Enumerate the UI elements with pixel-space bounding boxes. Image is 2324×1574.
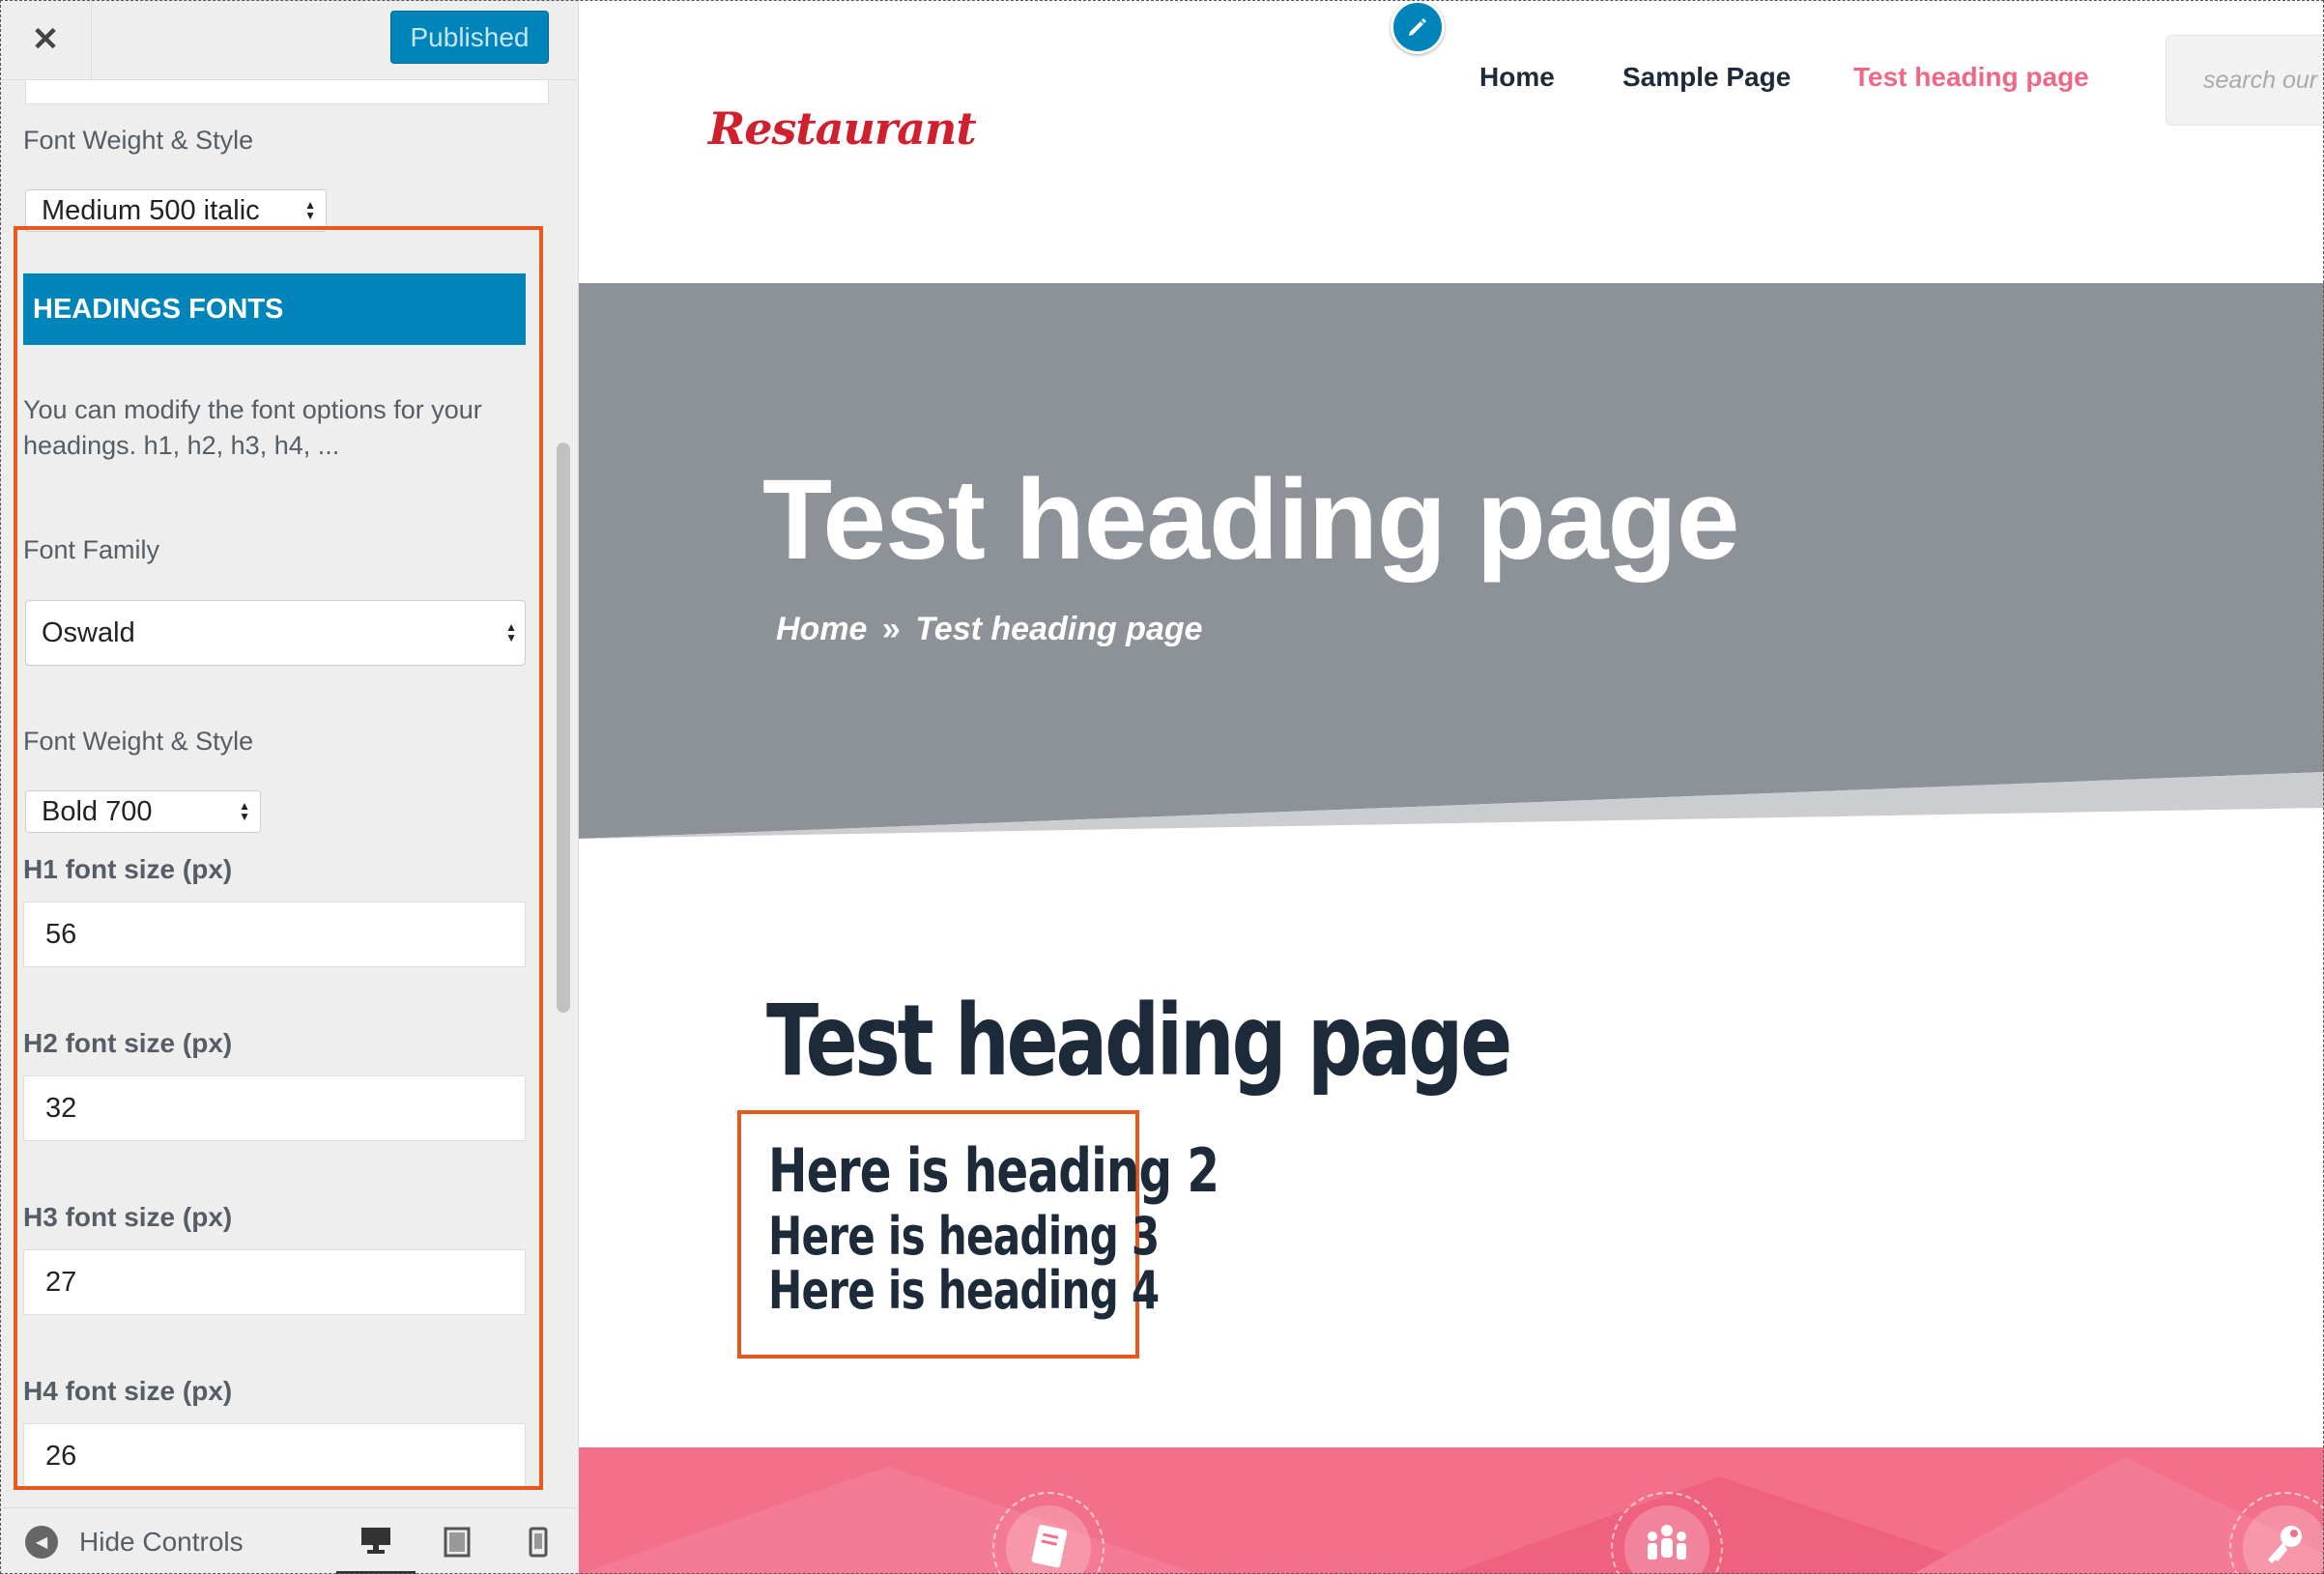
key-icon [2268, 1526, 2302, 1563]
breadcrumb-home[interactable]: Home [776, 611, 867, 647]
mobile-icon [529, 1527, 548, 1557]
font-family-select[interactable]: Oswald ▲ ▼ [25, 600, 526, 666]
body-font-weight-label: Font Weight & Style [23, 126, 254, 155]
breadcrumb: Home » Test heading page [776, 611, 1203, 648]
heading-3: Here is heading 3 [768, 1206, 1160, 1267]
select-arrows-icon: ▲ ▼ [239, 799, 250, 823]
features-band [579, 1447, 2324, 1574]
band-pattern [579, 1457, 2324, 1574]
heading-font-weight-select[interactable]: Bold 700 ▲ ▼ [25, 790, 261, 833]
publish-button[interactable]: Published [390, 11, 549, 64]
h4-size-label: H4 font size (px) [23, 1376, 233, 1406]
tablet-icon [444, 1527, 471, 1557]
tablet-preview-button[interactable] [417, 1508, 497, 1574]
font-family-label: Font Family [23, 535, 160, 564]
nav-item-home[interactable]: Home [1479, 62, 1555, 93]
heading-2: Here is heading 2 [768, 1135, 1219, 1206]
close-icon: ✕ [31, 21, 60, 58]
desktop-preview-button[interactable] [336, 1508, 416, 1574]
h4-size-input[interactable]: 26 [23, 1423, 526, 1489]
sidebar-header: ✕ Published [0, 0, 578, 80]
body-font-weight-value: Medium 500 italic [42, 194, 260, 226]
edit-shortcut-button[interactable] [1391, 0, 1445, 54]
nav-item-test-heading-page[interactable]: Test heading page [1853, 62, 2089, 93]
desktop-icon [361, 1527, 390, 1554]
site-preview: Restaurant Home Sample Page Test heading… [579, 0, 2324, 1574]
heading-font-weight-label: Font Weight & Style [23, 727, 254, 756]
nav-item-sample-page[interactable]: Sample Page [1622, 62, 1791, 93]
h2-size-input[interactable]: 32 [23, 1075, 526, 1141]
heading-font-weight-value: Bold 700 [42, 795, 153, 827]
customizer-sidebar: ✕ Published 24 Font Weight & Style Mediu… [0, 0, 579, 1574]
h1-size-input[interactable]: 56 [23, 901, 526, 967]
headings-fonts-description: You can modify the font options for your… [23, 395, 482, 460]
sidebar-scrollbar-thumb[interactable] [557, 443, 570, 1013]
h3-size-input[interactable]: 27 [23, 1249, 526, 1315]
select-arrows-icon: ▲ ▼ [505, 620, 517, 644]
people-icon [1648, 1525, 1686, 1560]
breadcrumb-current: Test heading page [915, 611, 1203, 647]
pencil-icon [1409, 18, 1426, 36]
hide-controls-button[interactable]: ◀ Hide Controls [25, 1508, 244, 1574]
headings-fonts-section-header: HEADINGS FONTS [23, 273, 526, 345]
site-logo[interactable]: Restaurant [708, 102, 977, 155]
mobile-preview-button[interactable] [499, 1508, 578, 1574]
book-icon [1031, 1525, 1068, 1568]
close-button[interactable]: ✕ [0, 0, 92, 79]
body-font-weight-select[interactable]: Medium 500 italic ▲ ▼ [25, 189, 327, 232]
h2-size-label: H2 font size (px) [23, 1028, 233, 1058]
select-arrows-icon: ▲ ▼ [304, 198, 316, 222]
hero-title: Test heading page [762, 456, 1739, 584]
h3-size-label: H3 font size (px) [23, 1202, 233, 1232]
breadcrumb-separator: » [881, 611, 901, 647]
heading-4: Here is heading 4 [768, 1260, 1160, 1321]
sidebar-footer: ◀ Hide Controls [0, 1507, 578, 1574]
font-family-value: Oswald [42, 616, 135, 648]
hide-controls-label: Hide Controls [79, 1526, 244, 1557]
h1-size-label: H1 font size (px) [23, 854, 233, 884]
arrow-left-icon: ◀ [25, 1525, 58, 1559]
page-title-h1: Test heading page [766, 984, 1512, 1099]
search-input[interactable]: search our site [2166, 35, 2324, 126]
